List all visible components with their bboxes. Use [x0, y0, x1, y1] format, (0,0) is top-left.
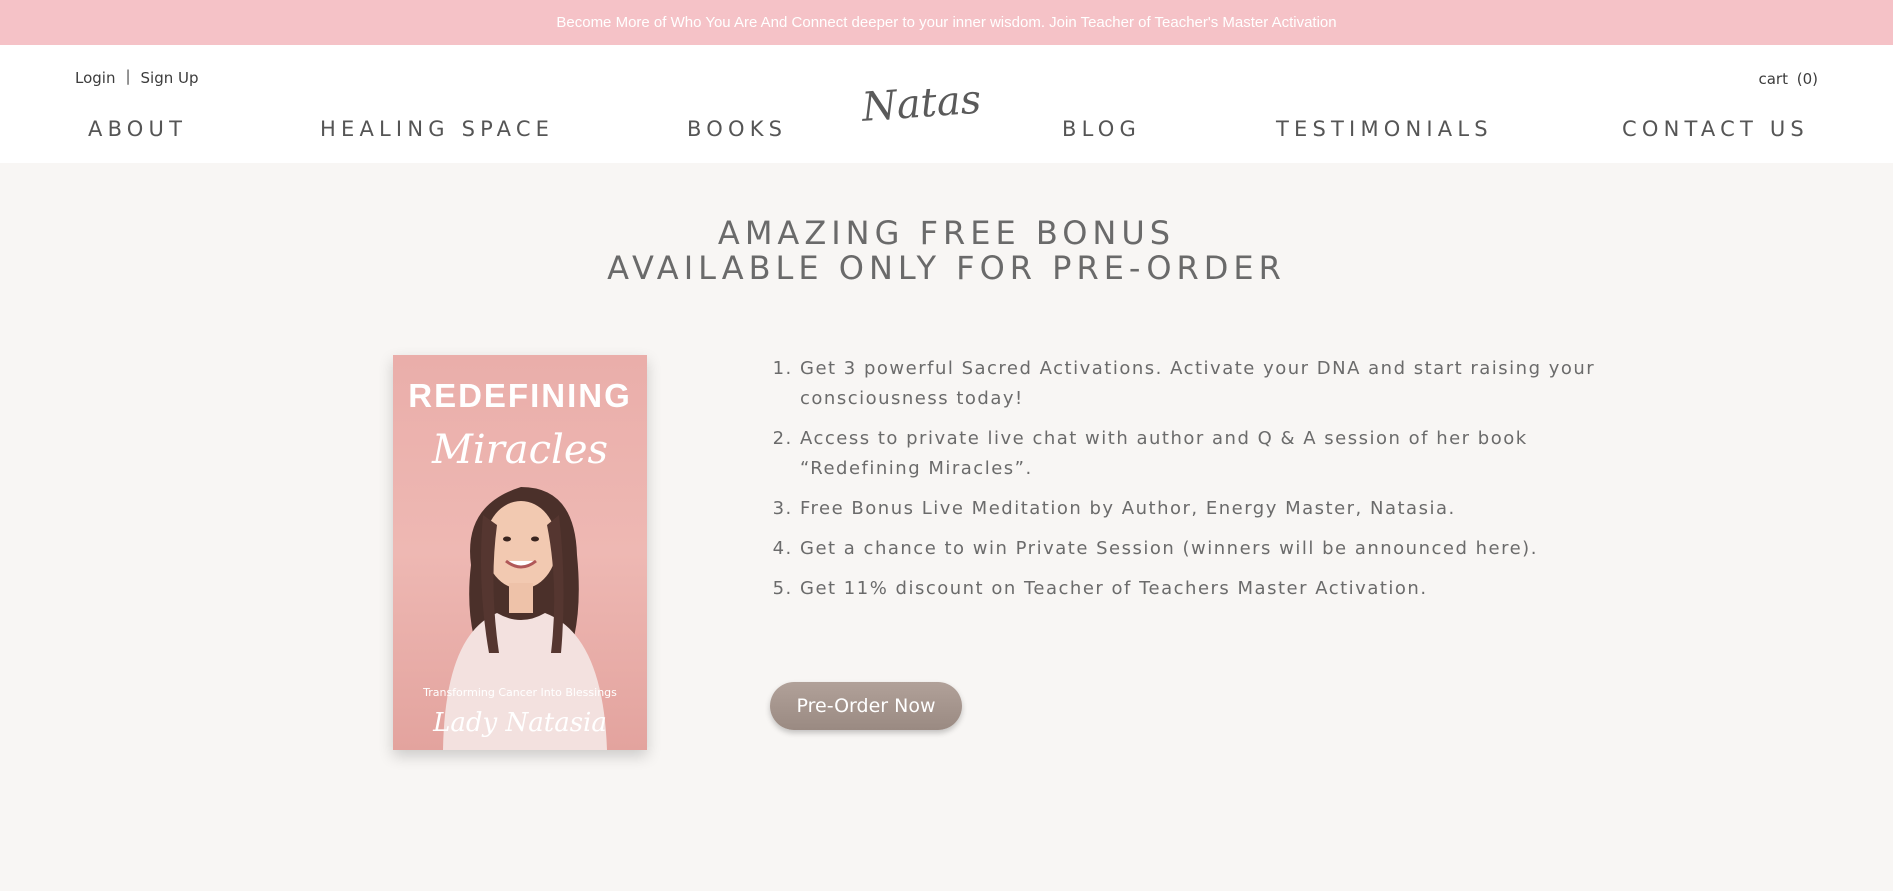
account-separator: | — [125, 67, 131, 85]
portrait-eye-left — [503, 536, 511, 542]
headline-line-1: AMAZING FREE BONUS — [717, 214, 1176, 252]
bonus-item-4: Get a chance to win Private Session (win… — [800, 534, 1600, 564]
announcement-bar[interactable]: Become More of Who You Are And Connect d… — [0, 0, 1893, 45]
bonus-item-1: Get 3 powerful Sacred Activations. Activ… — [800, 354, 1600, 414]
site-header: Login | Sign Up cart (0) ABOUT HEALING S… — [0, 45, 1893, 163]
login-link[interactable]: Login — [75, 69, 115, 87]
nav-testimonials[interactable]: TESTIMONIALS — [1276, 117, 1493, 141]
bonus-headline: AMAZING FREE BONUS AVAILABLE ONLY FOR PR… — [0, 216, 1893, 286]
brand-logo[interactable]: Natasia — [858, 77, 982, 133]
bonus-list: Get 3 powerful Sacred Activations. Activ… — [770, 354, 1600, 614]
book-cover-art: REDEFINING Miracles Transforming Cancer … — [393, 355, 647, 750]
bonus-item-2: Access to private live chat with author … — [800, 424, 1600, 484]
book-cover-image[interactable]: REDEFINING Miracles Transforming Cancer … — [393, 355, 647, 750]
headline-line-2: AVAILABLE ONLY FOR PRE-ORDER — [607, 249, 1286, 287]
preorder-button[interactable]: Pre-Order Now — [770, 682, 962, 730]
logo-text: Natasia — [859, 77, 982, 131]
nav-contact-us[interactable]: CONTACT US — [1622, 117, 1809, 141]
cart-count: (0) — [1796, 70, 1818, 88]
portrait-face — [485, 501, 557, 589]
nav-healing-space[interactable]: HEALING SPACE — [320, 117, 554, 141]
nav-about[interactable]: ABOUT — [88, 117, 187, 141]
book-subtitle: Miracles — [431, 427, 608, 473]
book-author: Lady Natasia — [432, 708, 607, 738]
nav-blog[interactable]: BLOG — [1062, 117, 1141, 141]
signup-link[interactable]: Sign Up — [141, 69, 199, 87]
bonus-item-3: Free Bonus Live Meditation by Author, En… — [800, 494, 1600, 524]
cart-label: cart — [1758, 70, 1788, 88]
portrait-neck — [509, 583, 533, 613]
bonus-item-5: Get 11% discount on Teacher of Teachers … — [800, 574, 1600, 604]
book-title: REDEFINING — [408, 377, 632, 414]
nav-books[interactable]: BOOKS — [687, 117, 787, 141]
cart-link[interactable]: cart (0) — [1758, 70, 1818, 88]
portrait-eye-right — [531, 536, 539, 542]
book-tagline: Transforming Cancer Into Blessings — [422, 686, 617, 699]
logo-signature: Natasia — [859, 77, 982, 131]
announcement-text[interactable]: Become More of Who You Are And Connect d… — [556, 14, 1336, 31]
account-links: Login | Sign Up — [75, 67, 199, 87]
